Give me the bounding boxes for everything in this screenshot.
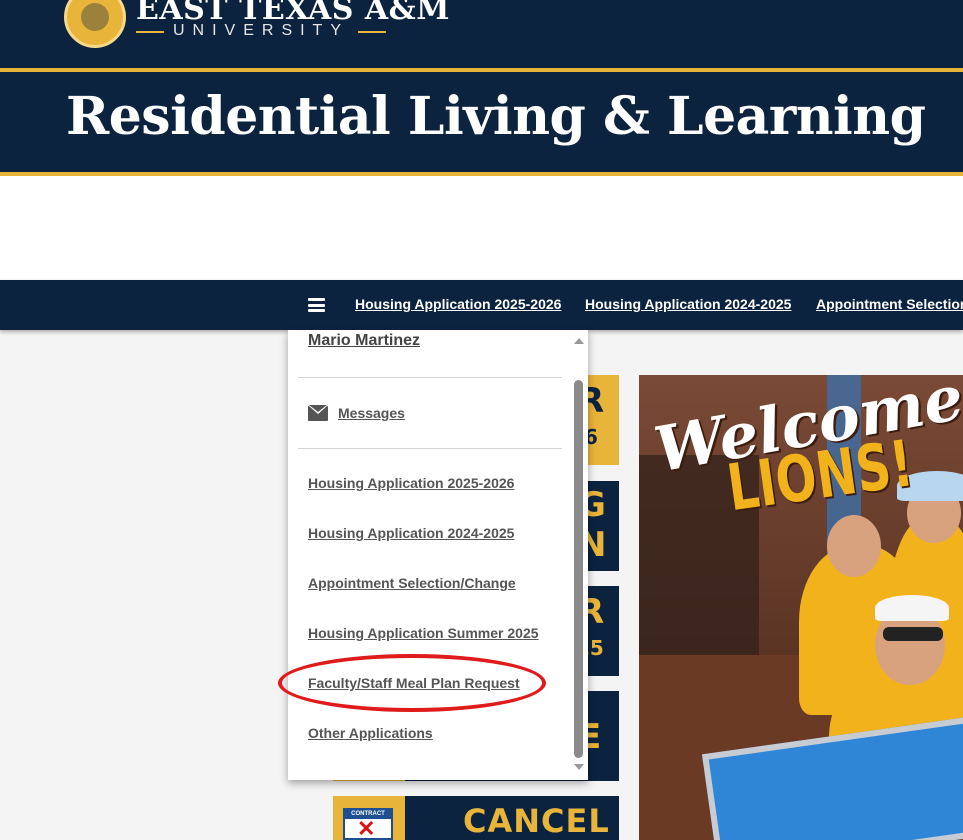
contract-icon-area: CONTRACT ✕ <box>333 796 405 840</box>
scroll-down-arrow-icon[interactable] <box>574 764 584 770</box>
main-nav: Housing Application 2025-2026 Housing Ap… <box>0 280 963 330</box>
menu-item-appointment-selection[interactable]: Appointment Selection/Change <box>308 575 516 591</box>
menu-item-other-applications[interactable]: Other Applications <box>308 725 433 741</box>
nav-link-housing-2024-2025[interactable]: Housing Application 2024-2025 <box>585 296 791 312</box>
university-subtitle: UNIVERSITY <box>136 22 386 40</box>
menu-item-housing-2025-2026[interactable]: Housing Application 2025-2026 <box>308 475 514 491</box>
scroll-thumb[interactable] <box>574 380 583 758</box>
content-spacer <box>0 176 963 280</box>
tile-cancel-contract[interactable]: CONTRACT ✕ CANCEL <box>333 796 619 840</box>
cancel-label: CANCEL <box>463 802 610 840</box>
user-dropdown-menu: Mario Martinez Messages Housing Applicat… <box>288 330 588 780</box>
menu-divider <box>298 448 562 449</box>
nav-link-appointment-selection[interactable]: Appointment Selection/ <box>816 296 963 312</box>
scroll-up-arrow-icon[interactable] <box>574 338 584 344</box>
messages-link[interactable]: Messages <box>338 405 405 421</box>
contract-icon: CONTRACT ✕ <box>343 808 393 840</box>
site-title: Residential Living & Learning <box>66 86 926 147</box>
menu-item-housing-summer-2025[interactable]: Housing Application Summer 2025 <box>308 625 539 641</box>
hamburger-menu-icon[interactable] <box>308 298 325 312</box>
menu-item-housing-2024-2025[interactable]: Housing Application 2024-2025 <box>308 525 514 541</box>
highlight-annotation <box>278 654 546 712</box>
welcome-lions-photo: Welcome LIONS! <box>639 375 963 840</box>
nav-link-housing-2025-2026[interactable]: Housing Application 2025-2026 <box>355 296 561 312</box>
user-name-link[interactable]: Mario Martinez <box>308 332 420 350</box>
page: EAST TEXAS A&M UNIVERSITY Residential Li… <box>0 0 963 840</box>
envelope-icon[interactable] <box>308 405 328 421</box>
menu-divider <box>298 377 562 378</box>
